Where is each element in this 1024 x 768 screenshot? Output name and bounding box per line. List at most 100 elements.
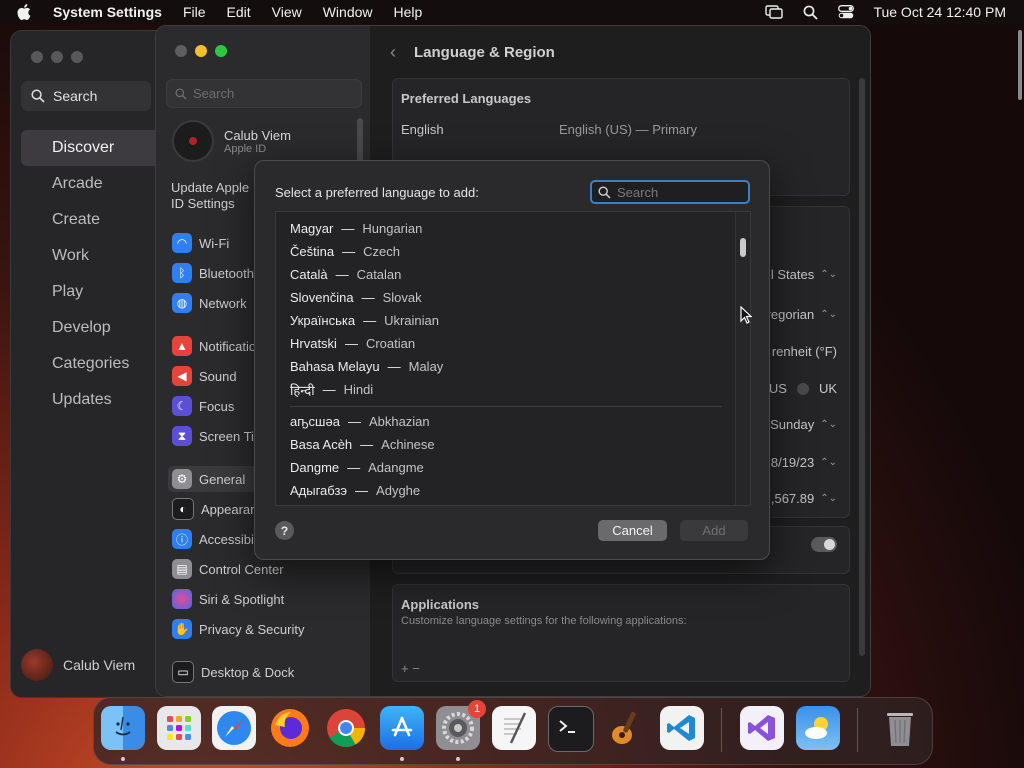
firefox-icon[interactable] (268, 706, 312, 750)
live-text-toggle[interactable] (811, 537, 837, 552)
separator-dash: — (341, 221, 355, 236)
calendar-popup[interactable]: regorian ⌃⌄ (767, 307, 837, 322)
first-day-popup[interactable]: Sunday ⌃⌄ (770, 417, 837, 432)
detail-scrollbar[interactable] (859, 78, 865, 656)
apple-id-account[interactable]: Calub Viem Apple ID (172, 120, 291, 162)
language-search-input[interactable]: Search (590, 180, 750, 204)
screen-mirroring-icon[interactable] (765, 5, 784, 19)
terminal-icon[interactable] (548, 706, 594, 752)
back-chevron-icon[interactable]: ‹ (390, 42, 396, 63)
menu-edit[interactable]: Edit (227, 4, 251, 20)
sidebar-item-desktop-dock[interactable]: ▭ Desktop & Dock (168, 659, 358, 685)
chevron-up-down-icon: ⌃⌄ (820, 457, 837, 468)
zoom-window-button[interactable] (71, 51, 83, 63)
app-store-icon[interactable] (380, 706, 424, 750)
finder-icon[interactable] (101, 706, 145, 750)
app-store-nav-categories[interactable]: Categories (21, 346, 161, 382)
list-item[interactable]: Slovenčina — Slovak (290, 286, 422, 309)
trash-icon[interactable] (878, 706, 922, 750)
sidebar-item-siri-spotlight[interactable]: Siri & Spotlight (168, 586, 358, 612)
list-item[interactable]: Hrvatski — Croatian (290, 332, 415, 355)
safari-icon[interactable] (212, 706, 256, 750)
minimize-window-button[interactable] (51, 51, 63, 63)
minimize-window-button[interactable] (195, 45, 207, 57)
list-item[interactable]: Basa Acèh — Achinese (290, 433, 435, 456)
sidebar-item-label: Siri & Spotlight (199, 591, 285, 607)
list-item[interactable]: Català — Catalan (290, 263, 401, 286)
add-language-sheet: Select a preferred language to add: Sear… (254, 160, 770, 560)
sidebar-item-label: General (199, 471, 246, 487)
app-store-search-field[interactable]: Search (21, 81, 151, 111)
help-button[interactable]: ? (275, 521, 294, 540)
spotlight-search-icon[interactable] (801, 5, 819, 20)
zoom-window-button[interactable] (215, 45, 227, 57)
date-format-popup[interactable]: 8/19/23 ⌃⌄ (771, 455, 837, 470)
system-settings-icon[interactable]: 1 (436, 700, 486, 750)
menu-file[interactable]: File (183, 4, 206, 20)
control-center-icon[interactable] (837, 5, 855, 19)
menu-view[interactable]: View (272, 4, 302, 20)
visual-studio-icon[interactable] (740, 706, 784, 750)
list-item[interactable]: Українська — Ukrainian (290, 309, 439, 332)
app-store-nav-arcade[interactable]: Arcade (21, 166, 161, 202)
textedit-icon[interactable] (492, 706, 536, 750)
hourglass-icon: ⧗ (172, 426, 192, 446)
app-store-nav-updates[interactable]: Updates (21, 382, 161, 418)
sidebar-item-privacy-security[interactable]: ✋ Privacy & Security (168, 616, 358, 642)
list-item[interactable]: аҧсшәа — Abkhazian (290, 410, 430, 433)
language-english-name: Croatian (365, 336, 416, 351)
list-item[interactable]: Dangme — Adangme (290, 456, 424, 479)
separator-dash: — (360, 437, 374, 452)
menu-bar-clock[interactable]: Tue Oct 24 12:40 PM (873, 4, 1006, 20)
menu-app-name[interactable]: System Settings (53, 4, 162, 20)
sidebar-item-label: Control Center (199, 561, 284, 577)
list-item[interactable]: Адыгабзэ — Adyghe (290, 479, 420, 502)
app-store-window-controls (31, 51, 83, 63)
apple-menu-icon[interactable] (17, 4, 37, 20)
measurement-us-label[interactable]: US (769, 381, 787, 396)
app-store-nav-discover[interactable]: Discover (21, 130, 161, 166)
language-native-name: Dangme (290, 460, 340, 475)
measurement-uk-radio[interactable] (796, 382, 809, 395)
temperature-value: renheit (°F) (771, 344, 837, 359)
list-item[interactable]: Čeština — Czech (290, 240, 400, 263)
app-store-nav-play[interactable]: Play (21, 274, 161, 310)
app-store-nav-create[interactable]: Create (21, 202, 161, 238)
appearance-icon: ◐ (172, 498, 194, 520)
add-button[interactable]: Add (680, 520, 748, 541)
launchpad-icon[interactable] (157, 706, 201, 750)
preferred-language-row[interactable]: English English (US) — Primary (401, 122, 697, 137)
search-icon (175, 87, 187, 99)
menu-window[interactable]: Window (323, 4, 373, 20)
add-remove-buttons[interactable]: + − (401, 661, 420, 676)
list-item[interactable]: हिन्दी — Hindi (290, 378, 373, 401)
chrome-icon[interactable] (324, 706, 368, 750)
update-apple-id-link[interactable]: Update Apple ID Settings (171, 180, 261, 212)
cancel-button[interactable]: Cancel (598, 520, 667, 541)
settings-search-field[interactable]: Search (166, 79, 362, 108)
app-store-nav-develop[interactable]: Develop (21, 310, 161, 346)
menu-help[interactable]: Help (394, 4, 423, 20)
language-english-name: Adyghe (376, 483, 421, 498)
app-store-account[interactable]: Calub Viem (21, 649, 135, 681)
running-indicator (456, 757, 460, 761)
chevron-up-down-icon: ⌃⌄ (820, 309, 837, 320)
close-window-button[interactable] (31, 51, 43, 63)
language-list-scrollbar[interactable] (735, 212, 750, 505)
separator-dash: — (335, 267, 349, 282)
vscode-icon[interactable] (660, 706, 704, 750)
weather-icon[interactable] (796, 706, 840, 750)
desktop-scroll-indicator (1018, 30, 1022, 100)
calendar-value: regorian (766, 307, 815, 322)
number-format-popup[interactable]: ,567.89 ⌃⌄ (771, 491, 837, 506)
garageband-icon[interactable] (604, 706, 648, 750)
region-popup[interactable]: l States ⌃⌄ (771, 267, 837, 282)
close-window-button[interactable] (175, 45, 187, 57)
list-item[interactable]: Magyar — Hungarian (290, 217, 422, 240)
list-item[interactable]: Bahasa Melayu — Malay (290, 355, 443, 378)
measurement-uk-label[interactable]: UK (819, 381, 837, 396)
scrollbar-thumb[interactable] (740, 238, 746, 257)
app-store-nav-work[interactable]: Work (21, 238, 161, 274)
temperature-popup[interactable]: renheit (°F) (772, 344, 837, 359)
chevron-up-down-icon: ⌃⌄ (820, 419, 837, 430)
